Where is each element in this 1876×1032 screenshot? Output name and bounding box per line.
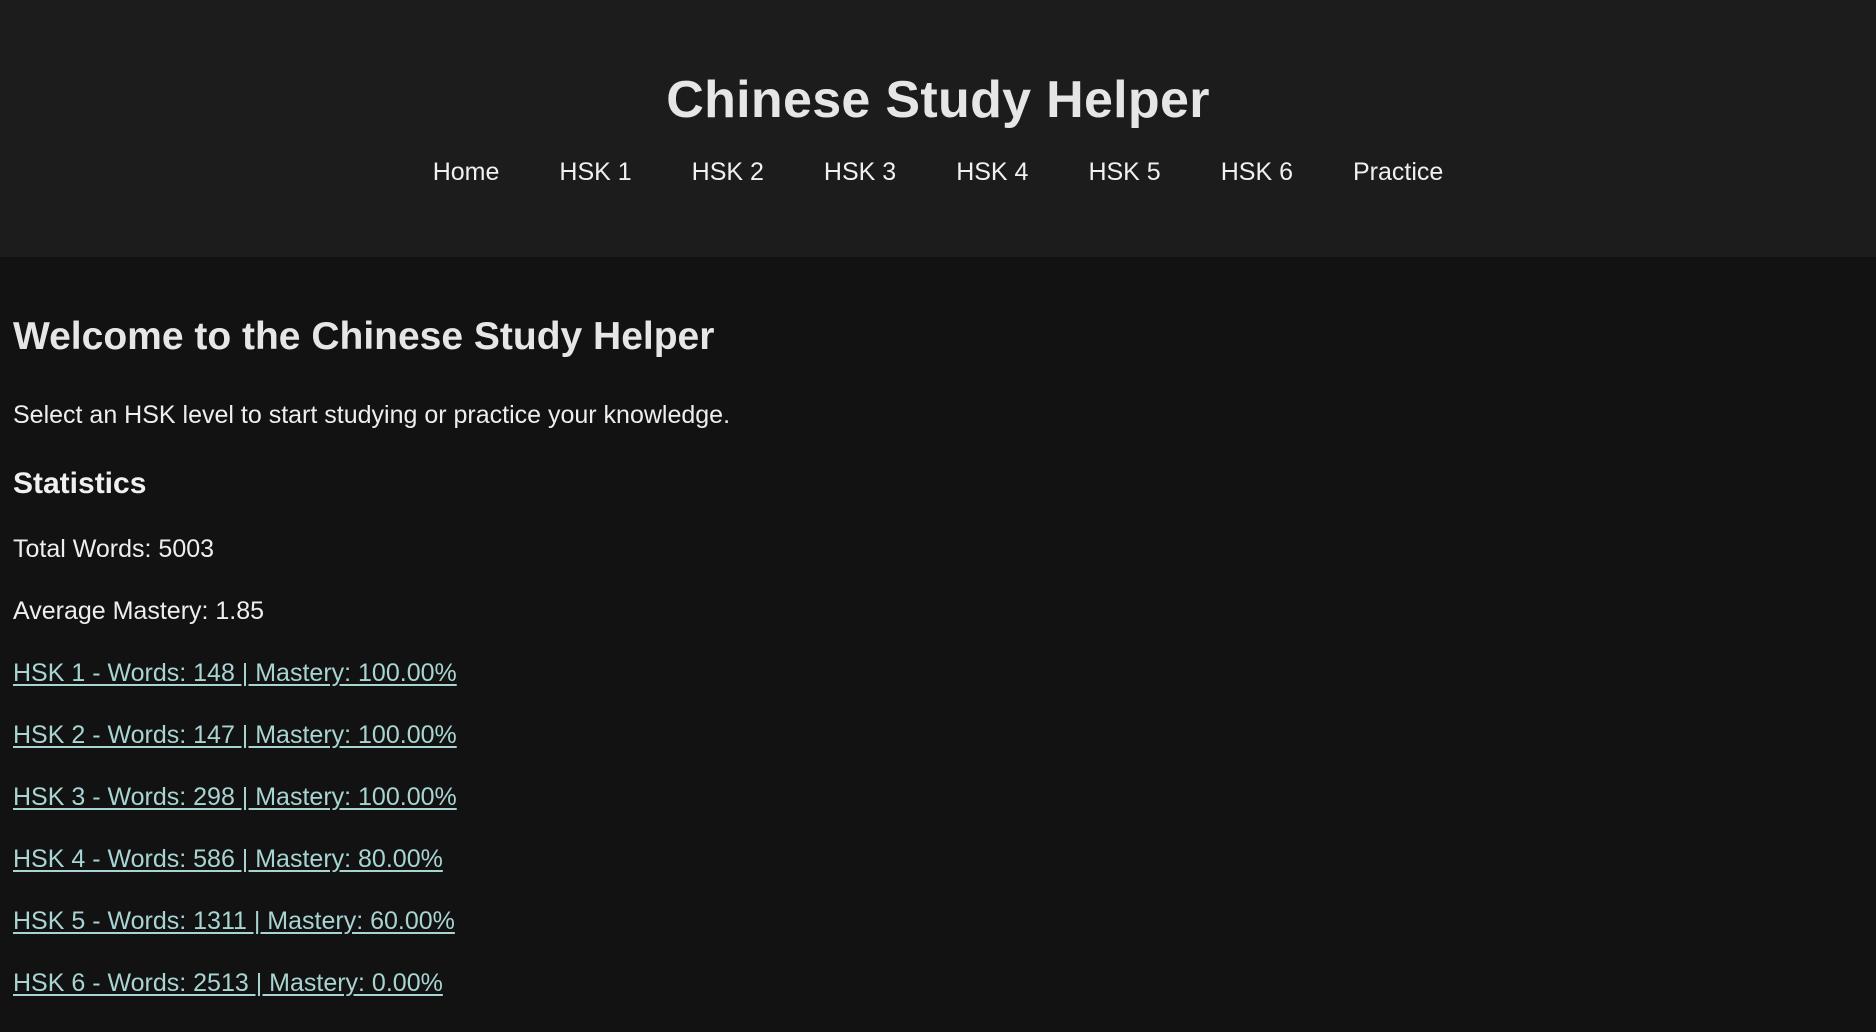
- statistics-section: Statistics Total Words: 5003 Average Mas…: [13, 464, 1863, 1000]
- hsk-4-stats-link[interactable]: HSK 4 - Words: 586 | Mastery: 80.00%: [13, 845, 443, 873]
- nav-hsk-1[interactable]: HSK 1: [559, 154, 631, 190]
- site-header: Chinese Study Helper Home HSK 1 HSK 2 HS…: [0, 0, 1876, 257]
- hsk-6-stats-link[interactable]: HSK 6 - Words: 2513 | Mastery: 0.00%: [13, 969, 443, 997]
- nav-hsk-5[interactable]: HSK 5: [1088, 154, 1160, 190]
- list-item: HSK 2 - Words: 147 | Mastery: 100.00%: [13, 718, 1863, 752]
- hsk-5-stats-link[interactable]: HSK 5 - Words: 1311 | Mastery: 60.00%: [13, 907, 455, 935]
- hsk-2-stats-link[interactable]: HSK 2 - Words: 147 | Mastery: 100.00%: [13, 721, 457, 749]
- hsk-3-stats-link[interactable]: HSK 3 - Words: 298 | Mastery: 100.00%: [13, 783, 457, 811]
- intro-text: Select an HSK level to start studying or…: [13, 401, 731, 429]
- welcome-heading: Welcome to the Chinese Study Helper: [13, 315, 715, 358]
- site-title: Chinese Study Helper: [666, 71, 1210, 129]
- statistics-heading: Statistics: [13, 467, 147, 500]
- list-item: HSK 1 - Words: 148 | Mastery: 100.00%: [13, 656, 1863, 690]
- hsk-1-stats-link[interactable]: HSK 1 - Words: 148 | Mastery: 100.00%: [13, 659, 457, 687]
- list-item: HSK 3 - Words: 298 | Mastery: 100.00%: [13, 780, 1863, 814]
- nav-hsk-4[interactable]: HSK 4: [956, 154, 1028, 190]
- nav-home[interactable]: Home: [433, 154, 500, 190]
- list-item: HSK 5 - Words: 1311 | Mastery: 60.00%: [13, 904, 1863, 938]
- nav-hsk-2[interactable]: HSK 2: [692, 154, 764, 190]
- nav-hsk-3[interactable]: HSK 3: [824, 154, 896, 190]
- main-nav: Home HSK 1 HSK 2 HSK 3 HSK 4 HSK 5 HSK 6…: [0, 154, 1876, 190]
- average-mastery: Average Mastery: 1.85: [13, 597, 265, 625]
- nav-practice[interactable]: Practice: [1353, 154, 1443, 190]
- main-content: Welcome to the Chinese Study Helper Sele…: [0, 307, 1876, 1000]
- list-item: HSK 6 - Words: 2513 | Mastery: 0.00%: [13, 966, 1863, 1000]
- list-item: HSK 4 - Words: 586 | Mastery: 80.00%: [13, 842, 1863, 876]
- nav-hsk-6[interactable]: HSK 6: [1221, 154, 1293, 190]
- total-words: Total Words: 5003: [13, 535, 215, 563]
- hsk-level-list: HSK 1 - Words: 148 | Mastery: 100.00% HS…: [13, 656, 1863, 1000]
